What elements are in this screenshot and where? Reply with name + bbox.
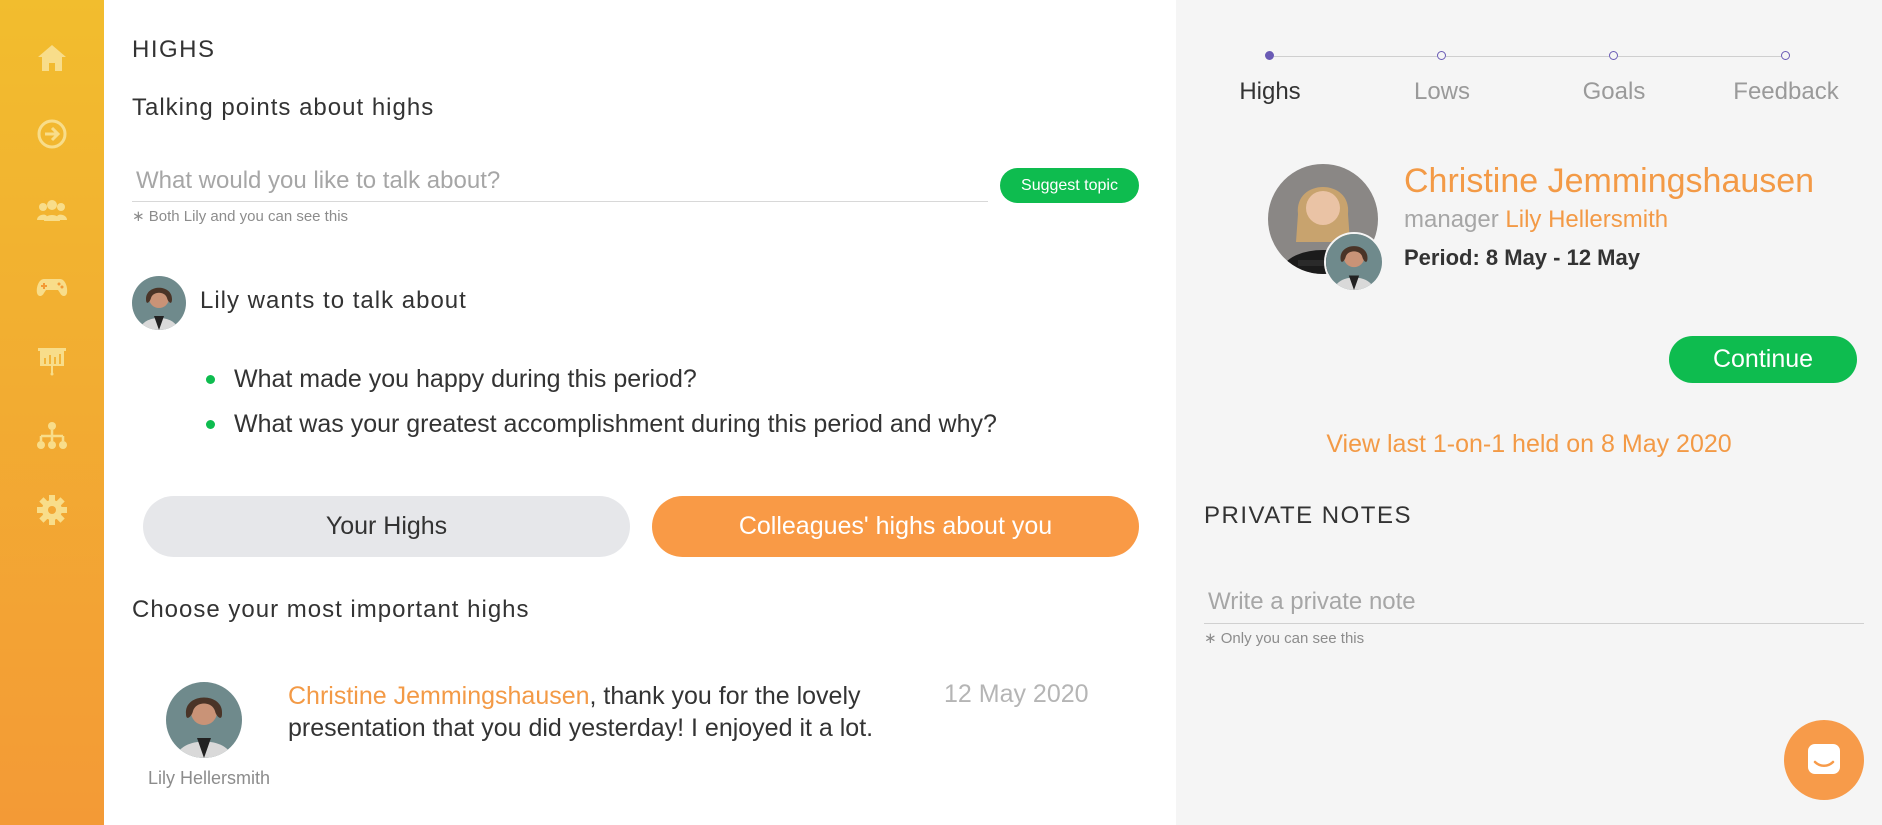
manager-name-link[interactable]: Lily Hellersmith	[1505, 206, 1668, 233]
suggest-topic-button[interactable]: Suggest topic	[1000, 168, 1139, 203]
choose-highs-title: Choose your most important highs	[132, 596, 530, 623]
continue-button[interactable]: Continue	[1669, 336, 1857, 383]
talking-points-title: Talking points about highs	[132, 94, 435, 121]
manager-avatar	[1324, 232, 1384, 292]
chat-icon	[1808, 744, 1840, 774]
gear-icon[interactable]	[32, 490, 72, 530]
list-item: What made you happy during this period?	[204, 358, 997, 403]
high-recipient-link[interactable]: Christine Jemmingshausen	[288, 682, 590, 710]
step-dot-highs[interactable]	[1265, 51, 1274, 60]
step-goals[interactable]: Goals	[1544, 78, 1684, 106]
topic-input[interactable]	[132, 160, 988, 202]
high-message: Christine Jemmingshausen, thank you for …	[288, 680, 908, 744]
manager-line: manager Lily Hellersmith	[1404, 206, 1668, 234]
chat-launcher-button[interactable]	[1784, 720, 1864, 800]
private-note-hint: ∗ Only you can see this	[1204, 630, 1365, 647]
author-avatar	[166, 682, 242, 758]
step-feedback[interactable]: Feedback	[1716, 78, 1856, 106]
right-panel: Highs Lows Goals Feedback Christine Jemm…	[1176, 0, 1882, 825]
lily-topics-title: Lily wants to talk about	[200, 287, 467, 314]
step-dot-lows[interactable]	[1437, 51, 1446, 60]
step-highs[interactable]: Highs	[1200, 78, 1340, 106]
period-text: Period: 8 May - 12 May	[1404, 245, 1640, 270]
avatar	[132, 276, 186, 330]
people-icon[interactable]	[32, 190, 72, 230]
arrow-circle-icon[interactable]	[32, 114, 72, 154]
lily-topics-list: What made you happy during this period? …	[204, 358, 997, 448]
private-note-input[interactable]	[1204, 580, 1864, 624]
stepper-line	[1274, 56, 1437, 57]
view-last-one-on-one-link[interactable]: View last 1-on-1 held on 8 May 2020	[1176, 430, 1882, 459]
high-author-name: Lily Hellersmith	[147, 768, 271, 788]
stepper-line	[1446, 56, 1609, 57]
topic-visibility-hint: ∗ Both Lily and you can see this	[132, 208, 349, 225]
presentation-icon[interactable]	[32, 340, 72, 380]
step-dot-goals[interactable]	[1609, 51, 1618, 60]
profile-name[interactable]: Christine Jemmingshausen	[1404, 162, 1814, 201]
section-title: HIGHS	[132, 36, 216, 63]
org-chart-icon[interactable]	[32, 416, 72, 456]
tab-your-highs[interactable]: Your Highs	[143, 496, 630, 557]
gamepad-icon[interactable]	[32, 266, 72, 306]
list-item: What was your greatest accomplishment du…	[204, 403, 997, 448]
manager-prefix: manager	[1404, 206, 1499, 233]
high-date: 12 May 2020	[944, 680, 1089, 708]
step-dot-feedback[interactable]	[1781, 51, 1790, 60]
tab-colleagues-highs[interactable]: Colleagues' highs about you	[652, 496, 1139, 557]
main-content: HIGHS Talking points about highs Suggest…	[104, 0, 1176, 825]
step-lows[interactable]: Lows	[1372, 78, 1512, 106]
home-icon[interactable]	[32, 38, 72, 78]
private-notes-title: PRIVATE NOTES	[1204, 502, 1412, 529]
sidebar	[0, 0, 104, 825]
stepper-line	[1618, 56, 1781, 57]
